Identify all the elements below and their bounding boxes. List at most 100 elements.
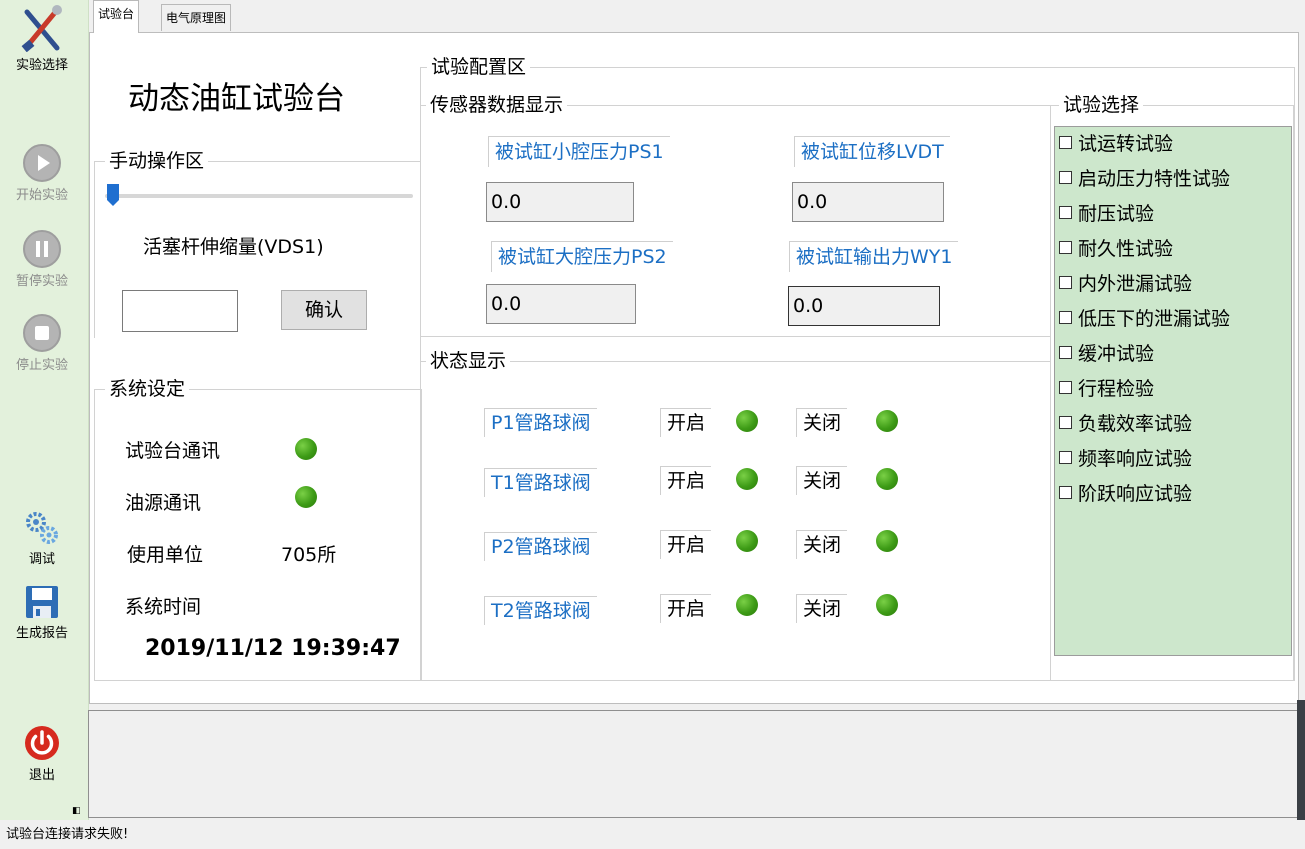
system-time-label: 系统时间 <box>125 596 202 618</box>
test-item-label: 负载效率试验 <box>1078 413 1193 435</box>
confirm-button[interactable]: 确认 <box>281 290 367 330</box>
checkbox-icon[interactable] <box>1059 416 1072 429</box>
pause-experiment-button[interactable]: 暂停实验 <box>0 230 84 289</box>
gears-icon <box>26 512 58 544</box>
valve-p1-open-label: 开启 <box>660 408 712 437</box>
valve-p1-close-label: 关闭 <box>796 408 848 437</box>
vds1-input[interactable] <box>122 290 238 332</box>
test-item[interactable]: 低压下的泄漏试验 <box>1059 302 1230 336</box>
valve-t2-close-label: 关闭 <box>796 594 848 623</box>
test-item[interactable]: 缓冲试验 <box>1059 337 1154 371</box>
system-settings-group: 系统设定 试验台通讯 油源通讯 使用单位 705所 系统时间 2019/11/1… <box>94 378 422 681</box>
unit-value: 705所 <box>281 544 337 566</box>
test-item[interactable]: 耐久性试验 <box>1059 232 1173 266</box>
sensor-lvdt-label: 被试缸位移LVDT <box>794 136 950 167</box>
test-item-label: 试运转试验 <box>1078 133 1174 155</box>
status-bar: 试验台连接请求失败! <box>0 820 1305 849</box>
valve-p2-name: P2管路球阀 <box>484 532 597 561</box>
valve-t1-close-label: 关闭 <box>796 466 848 495</box>
test-item-label: 缓冲试验 <box>1078 343 1155 365</box>
sensor-wy1-value: 0.0 <box>788 286 940 326</box>
stop-experiment-label: 停止实验 <box>15 358 68 373</box>
valve-t1-open-led <box>736 468 758 490</box>
vds1-slider-thumb[interactable] <box>107 184 119 206</box>
valve-t2-open-led <box>736 594 758 616</box>
tab-test-bench[interactable]: 试验台 <box>93 0 140 33</box>
test-config-title: 试验配置区 <box>427 56 531 78</box>
sensor-ps2-label: 被试缸大腔压力PS2 <box>491 241 673 272</box>
valve-p1-close-led <box>876 410 898 432</box>
experiment-select-button[interactable]: 实验选择 <box>0 4 84 73</box>
sensor-ps1-label: 被试缸小腔压力PS1 <box>488 136 670 167</box>
test-item[interactable]: 试运转试验 <box>1059 127 1173 161</box>
checkbox-icon[interactable] <box>1059 206 1072 219</box>
page-title: 动态油缸试验台 <box>128 81 345 117</box>
checkbox-icon[interactable] <box>1059 241 1072 254</box>
collapse-handle-icon[interactable]: ◧ <box>72 806 81 816</box>
checkbox-icon[interactable] <box>1059 346 1072 359</box>
power-icon <box>25 726 59 760</box>
debug-label: 调试 <box>28 552 55 567</box>
test-item[interactable]: 阶跃响应试验 <box>1059 477 1192 511</box>
test-item[interactable]: 行程检验 <box>1059 372 1154 406</box>
test-item[interactable]: 负载效率试验 <box>1059 407 1192 441</box>
valve-t2-close-led <box>876 594 898 616</box>
test-item-label: 内外泄漏试验 <box>1078 273 1193 295</box>
vds1-slider-track[interactable] <box>105 194 413 198</box>
pause-icon <box>23 230 61 268</box>
status-display-group: 状态显示 P1管路球阀 开启 关闭 T1管路球阀 开启 关闭 P2管路球阀 开启… <box>420 350 1051 680</box>
oil-comm-led <box>295 486 317 508</box>
checkbox-icon[interactable] <box>1059 136 1072 149</box>
checkbox-icon[interactable] <box>1059 486 1072 499</box>
test-item-label: 耐久性试验 <box>1078 238 1174 260</box>
checkbox-icon[interactable] <box>1059 451 1072 464</box>
valve-t1-name: T1管路球阀 <box>484 468 597 497</box>
sensor-ps2-value: 0.0 <box>486 284 636 324</box>
valve-p2-close-label: 关闭 <box>796 530 848 559</box>
test-item[interactable]: 启动压力特性试验 <box>1059 162 1230 196</box>
sensor-data-group: 传感器数据显示 被试缸小腔压力PS1 0.0 被试缸位移LVDT 0.0 被试缸… <box>420 94 1051 337</box>
sensor-ps1-value: 0.0 <box>486 182 634 222</box>
checkbox-icon[interactable] <box>1059 276 1072 289</box>
system-time-value: 2019/11/12 19:39:47 <box>145 636 401 661</box>
log-output-area[interactable] <box>88 710 1299 818</box>
test-item[interactable]: 内外泄漏试验 <box>1059 267 1192 301</box>
tab-bar: 试验台 电气原理图 <box>89 0 1305 34</box>
exit-label: 退出 <box>28 768 55 783</box>
start-experiment-label: 开始实验 <box>15 188 68 203</box>
pause-experiment-label: 暂停实验 <box>15 274 68 289</box>
test-item[interactable]: 耐压试验 <box>1059 197 1154 231</box>
status-message: 试验台连接请求失败! <box>6 827 129 842</box>
oil-comm-label: 油源通讯 <box>125 492 202 514</box>
tab-electrical-diagram[interactable]: 电气原理图 <box>161 4 232 31</box>
exit-button[interactable]: 退出 <box>0 724 84 783</box>
bench-comm-led <box>295 438 317 460</box>
checkbox-icon[interactable] <box>1059 381 1072 394</box>
start-experiment-button[interactable]: 开始实验 <box>0 144 84 203</box>
test-checklist: 试运转试验 启动压力特性试验 耐压试验 耐久性试验 内外泄漏试验 低压下的泄漏试… <box>1054 126 1292 656</box>
test-item-label: 行程检验 <box>1078 378 1155 400</box>
valve-p2-close-led <box>876 530 898 552</box>
test-bench-page: 动态油缸试验台 手动操作区 活塞杆伸缩量(VDS1) 确认 系统设定 试验台通讯… <box>89 32 1299 704</box>
generate-report-button[interactable]: 生成报告 <box>0 584 84 641</box>
manual-operation-group: 手动操作区 活塞杆伸缩量(VDS1) 确认 <box>94 150 421 338</box>
valve-t1-close-led <box>876 468 898 490</box>
stop-experiment-button[interactable]: 停止实验 <box>0 314 84 373</box>
valve-p1-open-led <box>736 410 758 432</box>
valve-t1-open-label: 开启 <box>660 466 712 495</box>
system-settings-title: 系统设定 <box>105 378 190 400</box>
valve-t2-name: T2管路球阀 <box>484 596 597 625</box>
save-icon <box>26 586 58 618</box>
valve-t2-open-label: 开启 <box>660 594 712 623</box>
unit-label: 使用单位 <box>127 544 204 566</box>
experiment-select-label: 实验选择 <box>15 58 68 73</box>
checkbox-icon[interactable] <box>1059 311 1072 324</box>
valve-p2-open-label: 开启 <box>660 530 712 559</box>
test-item-label: 低压下的泄漏试验 <box>1078 308 1231 330</box>
manual-operation-title: 手动操作区 <box>105 150 209 172</box>
status-display-title: 状态显示 <box>426 350 511 372</box>
debug-button[interactable]: 调试 <box>0 510 84 567</box>
test-item[interactable]: 频率响应试验 <box>1059 442 1192 476</box>
checkbox-icon[interactable] <box>1059 171 1072 184</box>
bench-comm-label: 试验台通讯 <box>125 440 221 462</box>
